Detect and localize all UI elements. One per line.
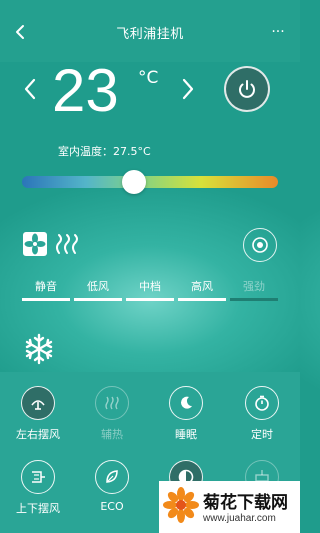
target-temperature: 23 — [52, 57, 119, 124]
fan-speed-label: 低风 — [87, 280, 109, 293]
swing-horizontal-icon — [21, 386, 55, 420]
aux-heat-button[interactable]: 辅热 — [82, 386, 142, 442]
function-label: 睡眠 — [175, 428, 197, 441]
temperature-slider[interactable] — [22, 176, 278, 188]
fan-speed-bar — [74, 298, 122, 301]
fan-speed-label: 中档 — [139, 280, 161, 293]
snowflake-icon — [25, 333, 53, 365]
temp-decrease-button[interactable] — [20, 76, 40, 102]
flower-logo-icon — [163, 487, 199, 523]
fan-speed-label: 强劲 — [243, 280, 265, 293]
fan-speed-bar — [126, 298, 174, 301]
timer-icon — [245, 386, 279, 420]
indoor-temperature: 室内温度：27.5°C — [58, 145, 151, 158]
leaf-icon — [95, 460, 129, 494]
heater-icon — [95, 386, 129, 420]
airflow-icon — [54, 232, 82, 256]
timer-button[interactable]: 定时 — [232, 386, 292, 442]
watermark-name: 菊花下载网 — [203, 493, 288, 513]
cooling-mode-button[interactable] — [22, 332, 56, 366]
fan-speed-silent[interactable]: 静音 — [22, 278, 70, 301]
swing-horizontal-button[interactable]: 左右摆风 — [8, 386, 68, 442]
fan-speed-strong[interactable]: 强劲 — [230, 278, 278, 301]
eco-button[interactable]: ECO — [82, 460, 142, 513]
fan-icon — [22, 231, 48, 257]
temperature-slider-thumb[interactable] — [122, 170, 146, 194]
fan-speed-medium[interactable]: 中档 — [126, 278, 174, 301]
temp-increase-button[interactable] — [178, 76, 198, 102]
power-icon — [239, 80, 255, 98]
swing-vertical-button[interactable]: 上下摆风 — [8, 460, 68, 516]
moon-icon — [169, 386, 203, 420]
header-bar: 飞利浦挂机 ··· — [0, 0, 300, 62]
fan-speed-high[interactable]: 高风 — [178, 278, 226, 301]
fan-speed-low[interactable]: 低风 — [74, 278, 122, 301]
fan-speed-bar — [178, 298, 226, 301]
temperature-unit: °C — [138, 68, 159, 88]
fan-speed-label: 静音 — [35, 280, 57, 293]
fan-mode-button[interactable] — [243, 228, 277, 262]
watermark-logo: 菊花下载网 www.juahar.com — [159, 481, 300, 533]
function-label: 上下摆风 — [16, 502, 60, 515]
function-label: 辅热 — [101, 428, 123, 441]
watermark-url: www.juahar.com — [203, 513, 276, 524]
more-menu-button[interactable]: ··· — [266, 18, 290, 46]
power-button[interactable] — [224, 66, 270, 112]
chevron-right-icon — [182, 78, 194, 100]
page-title: 飞利浦挂机 — [116, 27, 184, 42]
function-label: 左右摆风 — [16, 428, 60, 441]
fan-speed-bar — [230, 298, 278, 301]
swing-vertical-icon — [21, 460, 55, 494]
function-label: 定时 — [251, 428, 273, 441]
target-icon — [252, 237, 268, 253]
chevron-left-icon — [24, 78, 36, 100]
sleep-button[interactable]: 睡眠 — [156, 386, 216, 442]
function-label: ECO — [100, 500, 124, 513]
fan-speed-bar — [22, 298, 70, 301]
fan-speed-label: 高风 — [191, 280, 213, 293]
